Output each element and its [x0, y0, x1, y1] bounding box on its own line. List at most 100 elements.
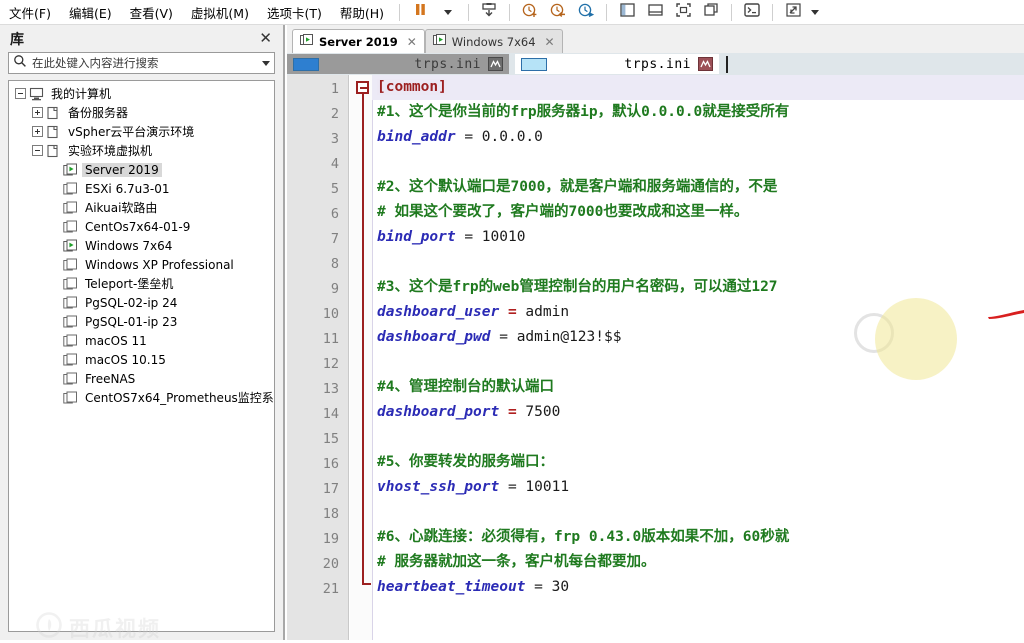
snapshot-manager-button[interactable] — [572, 1, 600, 23]
snapshot-manager-icon — [577, 2, 595, 23]
show-bottom-panel-button[interactable] — [641, 1, 669, 23]
expand-toggle-icon[interactable] — [32, 107, 43, 118]
show-sidebar-button[interactable] — [613, 1, 641, 23]
code-line[interactable]: #3、这个是frp的web管理控制台的用户名密码，可以通过127 — [372, 275, 1024, 300]
fullscreen-dropdown-button[interactable] — [807, 1, 823, 23]
code-line[interactable]: dashboard_pwd = admin@123!$$ — [372, 325, 1024, 350]
tab-label: Server 2019 — [319, 34, 398, 49]
guest-window-inactive[interactable]: trps.ini — [287, 54, 509, 74]
console-button[interactable] — [738, 1, 766, 23]
menu-vm[interactable]: 虚拟机(M) — [182, 0, 258, 25]
pause-button[interactable] — [406, 1, 434, 23]
tree-item[interactable]: CentOs7x64-01-9 — [9, 217, 274, 236]
code-line[interactable]: #2、这个默认端口是7000，就是客户端和服务端通信的，不是 — [372, 175, 1024, 200]
code-line[interactable]: #5、你要转发的服务端口： — [372, 450, 1024, 475]
fold-column[interactable] — [350, 75, 372, 640]
guest-window-band: trps.ini trps.ini — [287, 53, 1024, 75]
tree-item[interactable]: PgSQL-02-ip 24 — [9, 293, 274, 312]
code-line[interactable]: #1、这个是你当前的frp服务器ip，默认0.0.0.0就是接受所有 — [372, 100, 1024, 125]
revert-snapshot-button[interactable] — [544, 1, 572, 23]
fullscreen-button[interactable] — [779, 1, 807, 23]
tree-item[interactable]: Windows XP Professional — [9, 255, 274, 274]
expand-toggle-icon[interactable] — [32, 126, 43, 137]
menu-edit[interactable]: 编辑(E) — [60, 0, 121, 25]
code-line[interactable] — [372, 150, 1024, 175]
code-line[interactable] — [372, 425, 1024, 450]
code-line[interactable]: bind_port = 10010 — [372, 225, 1024, 250]
ini-key: heartbeat_timeout — [377, 579, 526, 595]
snapshot-manage-button[interactable] — [475, 1, 503, 23]
tree-item[interactable]: 备份服务器 — [9, 103, 274, 122]
tab-server-2019[interactable]: Server 2019 ✕ — [292, 29, 425, 53]
close-icon[interactable]: ✕ — [541, 35, 555, 49]
code-line[interactable]: dashboard_port = 7500 — [372, 400, 1024, 425]
text-editor[interactable]: 1 2 3 4 5 6 7 8 9 10 11 12 13 14 15 16 17 18 19 20 21 [commo… — [287, 75, 1024, 640]
tree-item[interactable]: ESXi 6.7u3-01 — [9, 179, 274, 198]
tree-item[interactable]: FreeNAS — [9, 369, 274, 388]
tree-item[interactable]: vSpher云平台演示环境 — [9, 122, 274, 141]
ini-comment: #1、这个是你当前的frp服务器ip，默认0.0.0.0就是接受所有 — [377, 104, 790, 120]
toolbar-divider-1 — [399, 3, 401, 21]
revert-snapshot-icon — [549, 2, 567, 23]
menu-view[interactable]: 查看(V) — [121, 0, 182, 25]
pause-dropdown-button[interactable] — [434, 1, 462, 23]
search-input[interactable]: 在此处键入内容进行搜索 — [27, 55, 262, 71]
vm-icon — [63, 315, 78, 329]
fit-guest-button[interactable] — [669, 1, 697, 23]
menu-tabs[interactable]: 选项卡(T) — [258, 0, 331, 25]
close-icon[interactable]: ✕ — [256, 31, 275, 46]
code-line[interactable] — [372, 250, 1024, 275]
fold-collapse-icon[interactable] — [356, 81, 369, 94]
tree-item[interactable]: macOS 11 — [9, 331, 274, 350]
tab-windows-7x64[interactable]: Windows 7x64 ✕ — [424, 29, 563, 53]
menu-help[interactable]: 帮助(H) — [331, 0, 393, 25]
tree-item[interactable]: macOS 10.15 — [9, 350, 274, 369]
take-snapshot-button[interactable] — [516, 1, 544, 23]
code-line[interactable]: dashboard_user = admin — [372, 300, 1024, 325]
ini-key: vhost_ssh_port — [377, 479, 500, 495]
tree-item[interactable]: Aikuai软路由 — [9, 198, 274, 217]
code-line[interactable]: # 服务器就加这一条，客户机每台都要加。 — [372, 550, 1024, 575]
line-number: 3 — [330, 131, 339, 147]
dropdown-caret-icon[interactable] — [262, 60, 270, 66]
vm-icon — [63, 296, 78, 310]
collapse-toggle-icon[interactable] — [32, 145, 43, 156]
vm-tree[interactable]: 我的计算机 备份服务器 vSpher云平台演示环境 实验环境虚拟机 Server 201… — [8, 80, 275, 632]
guest-window-active[interactable]: trps.ini — [515, 54, 719, 74]
search-box[interactable]: 在此处键入内容进行搜索 — [8, 52, 275, 74]
collapse-toggle-icon[interactable] — [15, 88, 26, 99]
code-line[interactable]: bind_addr = 0.0.0.0 — [372, 125, 1024, 150]
tree-item[interactable]: PgSQL-01-ip 23 — [9, 312, 274, 331]
code-line[interactable]: [common] — [372, 75, 1024, 100]
vm-icon — [63, 258, 78, 272]
code-line[interactable]: #6、心跳连接：必须得有，frp 0.43.0版本如果不加，60秒就 — [372, 525, 1024, 550]
line-number: 12 — [322, 356, 339, 372]
folder-icon — [46, 144, 61, 158]
tree-item[interactable]: Windows 7x64 — [9, 236, 274, 255]
code-line[interactable]: vhost_ssh_port = 10011 — [372, 475, 1024, 500]
line-number: 17 — [322, 481, 339, 497]
code-line[interactable]: heartbeat_timeout = 30 — [372, 575, 1024, 600]
tree-item[interactable]: 我的计算机 — [9, 84, 274, 103]
menu-file[interactable]: 文件(F) — [0, 0, 60, 25]
code-line[interactable]: # 如果这个要改了，客户端的7000也要改成和这里一样。 — [372, 200, 1024, 225]
unity-mode-button[interactable] — [697, 1, 725, 23]
code-line[interactable]: #4、管理控制台的默认端口 — [372, 375, 1024, 400]
ini-equals: = — [507, 479, 517, 495]
take-snapshot-icon — [521, 2, 539, 23]
search-icon — [13, 54, 27, 73]
tab-label: Windows 7x64 — [451, 34, 536, 49]
code-line[interactable] — [372, 350, 1024, 375]
folder-icon — [46, 125, 61, 139]
tree-item[interactable]: CentOS7x64_Prometheus监控系统 — [9, 388, 274, 407]
vm-icon — [63, 201, 78, 215]
code-content[interactable]: [common] #1、这个是你当前的frp服务器ip，默认0.0.0.0就是接受… — [372, 75, 1024, 640]
line-number: 20 — [322, 556, 339, 572]
close-icon[interactable]: ✕ — [403, 35, 417, 49]
code-line[interactable] — [372, 500, 1024, 525]
tree-item[interactable]: Server 2019 — [9, 160, 274, 179]
tree-item[interactable]: 实验环境虚拟机 — [9, 141, 274, 160]
tree-item[interactable]: Teleport-堡垒机 — [9, 274, 274, 293]
